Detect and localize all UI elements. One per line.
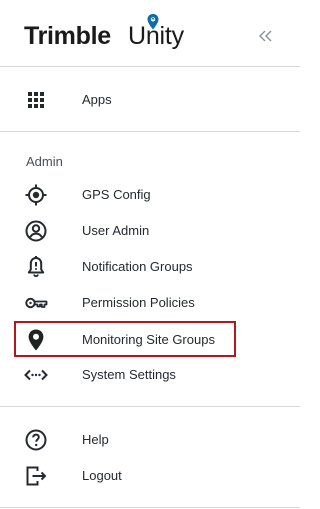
nav-item-monitoring-site-groups[interactable]: Monitoring Site Groups — [14, 321, 236, 357]
user-circle-icon — [25, 220, 47, 242]
nav-item-help[interactable]: Help — [14, 424, 236, 456]
bell-alert-icon — [27, 256, 45, 278]
nav-item-label: System Settings — [82, 367, 176, 382]
nav-item-label: Logout — [82, 468, 122, 483]
divider — [0, 507, 300, 508]
divider — [0, 66, 300, 67]
help-circle-icon — [25, 429, 47, 451]
section-label-admin: Admin — [26, 154, 63, 169]
nav-item-label: Permission Policies — [82, 295, 195, 310]
nav-item-user-admin[interactable]: User Admin — [14, 215, 236, 247]
nav-item-label: Apps — [82, 92, 112, 107]
nav-item-system-settings[interactable]: System Settings — [14, 359, 236, 391]
apps-grid-icon — [28, 92, 44, 108]
nav-item-label: User Admin — [82, 223, 150, 238]
nav-item-label: GPS Config — [82, 187, 151, 202]
nav-item-logout[interactable]: Logout — [14, 460, 236, 492]
nav-item-label: Notification Groups — [82, 259, 193, 274]
nav-item-gps-config[interactable]: GPS Config — [14, 179, 236, 211]
gps-target-icon — [25, 184, 47, 206]
nav-item-label: Monitoring Site Groups — [82, 332, 215, 347]
brand-name-bold: Trimble — [24, 22, 111, 50]
nav-item-label: Help — [82, 432, 109, 447]
nav-item-apps[interactable]: Apps — [14, 84, 236, 116]
nav-item-notification-groups[interactable]: Notification Groups — [14, 251, 236, 283]
logout-icon — [26, 466, 47, 486]
nav-item-permission-policies[interactable]: Permission Policies — [14, 287, 236, 319]
divider — [0, 406, 300, 407]
brand-pin-icon — [147, 14, 159, 30]
divider — [0, 131, 300, 132]
location-pin-icon — [28, 329, 44, 351]
code-dots-icon — [24, 369, 48, 381]
key-icon — [25, 297, 48, 309]
sidebar-header: Trimble Unity — [0, 0, 300, 66]
collapse-sidebar-icon[interactable] — [256, 26, 276, 46]
